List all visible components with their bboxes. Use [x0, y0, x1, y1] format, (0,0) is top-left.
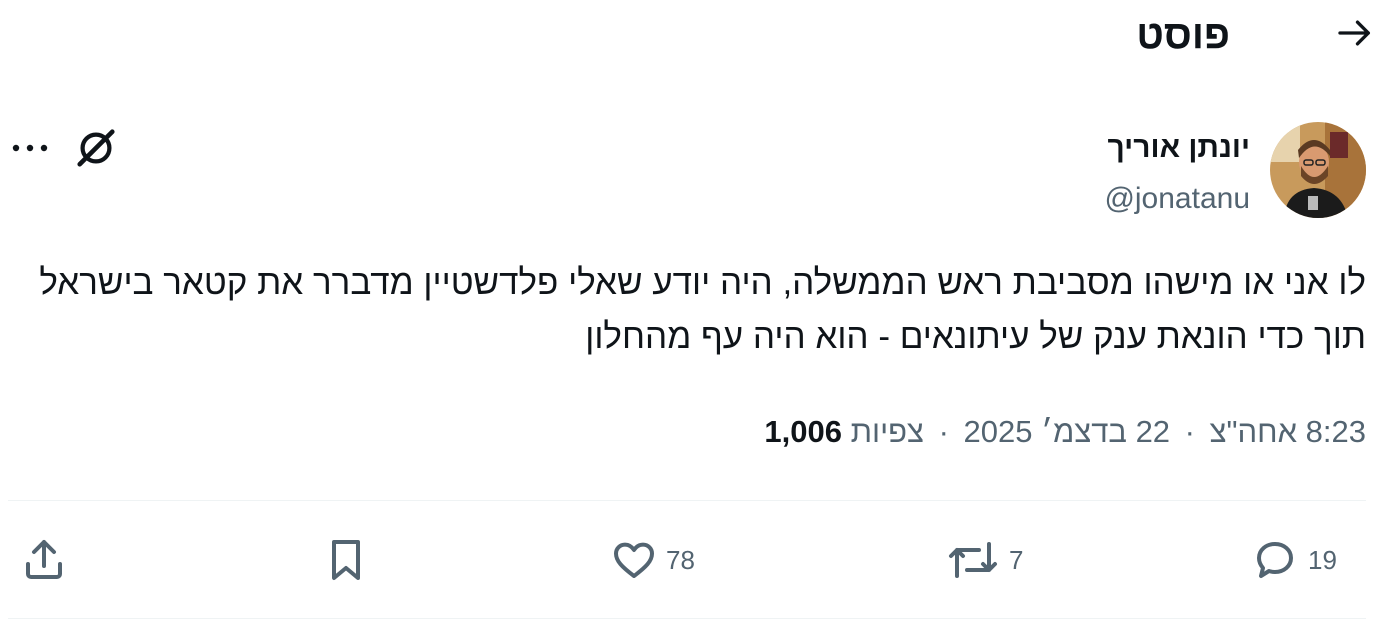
more-options-button[interactable]	[6, 126, 54, 170]
avatar[interactable]	[1270, 122, 1366, 218]
grok-icon	[77, 129, 115, 167]
share-icon	[26, 540, 62, 579]
tweet-time[interactable]: 8:23 אחה"צ	[1210, 414, 1366, 449]
grok-button[interactable]	[70, 124, 122, 172]
tweet-meta: 8:23 אחה"צ · 22 בדצמ׳ 2025 · צפיות 1,006	[764, 410, 1366, 454]
like-button[interactable]: 78	[610, 530, 695, 590]
post-header: פוסט	[0, 0, 1400, 80]
like-count: 78	[666, 544, 695, 575]
author-handle[interactable]: @jonatanu	[1104, 180, 1250, 218]
page-title: פוסט	[1136, 13, 1230, 57]
repost-icon	[949, 542, 997, 578]
back-button[interactable]	[1332, 10, 1378, 56]
divider	[8, 618, 1366, 619]
views-label: צפיות	[850, 414, 924, 449]
bookmark-button[interactable]	[322, 530, 370, 590]
heart-icon	[614, 542, 654, 578]
user-avatar	[1270, 122, 1366, 218]
tweet-text: לו אני או מישהו מסביבת ראש הממשלה, היה י…	[39, 263, 1366, 356]
bookmark-icon	[332, 540, 360, 580]
divider	[8, 500, 1366, 501]
more-horizontal-icon	[12, 144, 48, 152]
views-count: 1,006	[764, 414, 842, 449]
tweet-date[interactable]: 22 בדצמ׳ 2025	[964, 414, 1171, 449]
reply-icon	[1257, 542, 1293, 578]
separator: ·	[1184, 414, 1195, 449]
reply-button[interactable]: 19	[1250, 530, 1337, 590]
author-name[interactable]: יונתן אוריך	[1108, 128, 1251, 168]
repost-button[interactable]: 7	[945, 530, 1023, 590]
share-button[interactable]	[20, 530, 68, 590]
repost-count: 7	[1009, 544, 1024, 575]
separator: ·	[938, 414, 949, 449]
reply-count: 19	[1308, 544, 1337, 575]
arrow-right-icon	[1338, 20, 1370, 46]
